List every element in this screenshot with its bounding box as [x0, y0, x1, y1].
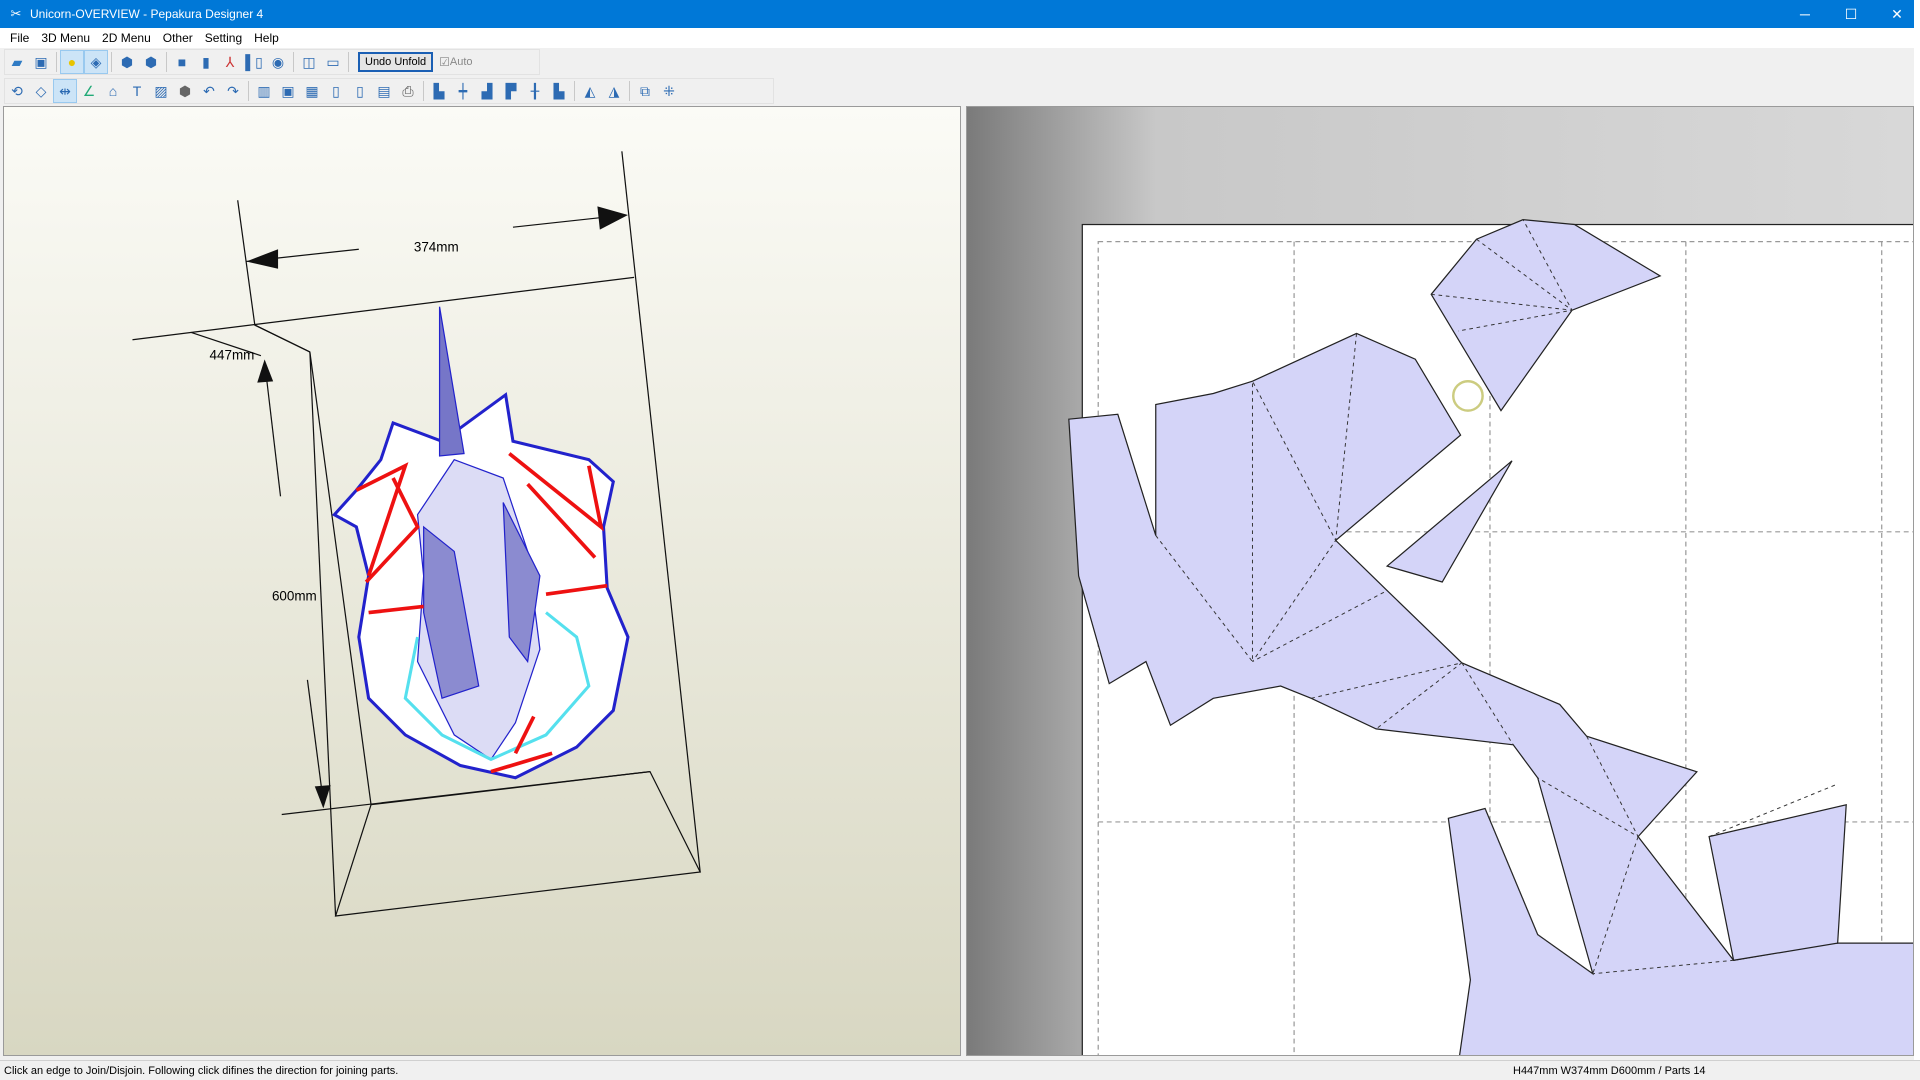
page-number-icon[interactable]: ▯: [324, 79, 348, 103]
select-face-icon[interactable]: ⬢: [139, 50, 163, 74]
rotate-icon[interactable]: ⟲: [5, 79, 29, 103]
print-icon[interactable]: ⎙: [396, 79, 420, 103]
join-edge-icon[interactable]: ⇹: [53, 79, 77, 103]
separator: [423, 81, 424, 101]
cylinder-icon[interactable]: ▮: [194, 50, 218, 74]
title-bar: ✂ Unicorn-OVERVIEW - Pepakura Designer 4…: [0, 0, 1920, 28]
axis-icon[interactable]: ⅄: [218, 50, 242, 74]
rotate-part-icon[interactable]: ◇: [29, 79, 53, 103]
menu-other[interactable]: Other: [157, 31, 199, 45]
open-icon[interactable]: ▰: [5, 50, 29, 74]
export-icon[interactable]: ▯: [348, 79, 372, 103]
lightbulb-icon[interactable]: ●: [60, 50, 84, 74]
unfold-icon[interactable]: ▥: [252, 79, 276, 103]
auto-checkbox[interactable]: ☑: [439, 55, 450, 69]
group-icon[interactable]: ⧉: [633, 79, 657, 103]
split-view-icon[interactable]: ◫: [297, 50, 321, 74]
clipboard-icon[interactable]: ▤: [372, 79, 396, 103]
menu-bar: File 3D Menu 2D Menu Other Setting Help: [0, 28, 1920, 48]
menu-2d[interactable]: 2D Menu: [96, 31, 157, 45]
save-icon[interactable]: ▣: [29, 50, 53, 74]
status-dimensions: H447mm W374mm D600mm / Parts 14: [1513, 1064, 1706, 1077]
align-top-icon[interactable]: ▛: [499, 79, 523, 103]
minimize-button[interactable]: ─: [1782, 0, 1828, 28]
fit-icon[interactable]: ▣: [276, 79, 300, 103]
redo-icon[interactable]: ↷: [221, 79, 245, 103]
align-center-icon[interactable]: ┿: [451, 79, 475, 103]
app-icon: ✂: [10, 6, 22, 21]
window-title: Unicorn-OVERVIEW - Pepakura Designer 4: [30, 7, 264, 21]
align-middle-icon[interactable]: ╂: [523, 79, 547, 103]
separator: [293, 52, 294, 72]
align-right-icon[interactable]: ▟: [475, 79, 499, 103]
box-icon[interactable]: ⬢: [173, 79, 197, 103]
flap-icon[interactable]: ⌂: [101, 79, 125, 103]
image-icon[interactable]: ▨: [149, 79, 173, 103]
3d-view[interactable]: 374mm 447mm 600mm: [3, 106, 961, 1056]
separator: [348, 52, 349, 72]
text-icon[interactable]: T: [125, 79, 149, 103]
align-left-icon[interactable]: ▙: [427, 79, 451, 103]
align-bottom-icon[interactable]: ▙: [547, 79, 571, 103]
edit-toolbar: ⟲ ◇ ⇹ ∠ ⌂ T ▨ ⬢ ↶ ↷ ▥ ▣ ▦ ▯ ▯ ▤ ⎙ ▙ ┿ ▟ …: [4, 78, 774, 104]
unicorn-model: [331, 306, 630, 780]
ungroup-icon[interactable]: ⁜: [657, 79, 681, 103]
mirror-icon[interactable]: ▌▯: [242, 50, 266, 74]
fold-line-icon[interactable]: ∠: [77, 79, 101, 103]
height-dimension-label: 447mm: [210, 347, 255, 362]
cube-icon[interactable]: ■: [170, 50, 194, 74]
depth-dimension-label: 600mm: [272, 588, 317, 603]
width-dimension-label: 374mm: [414, 240, 459, 255]
separator: [56, 52, 57, 72]
status-bar: Click an edge to Join/Disjoin. Following…: [0, 1060, 1920, 1080]
undo-icon[interactable]: ↶: [197, 79, 221, 103]
separator: [248, 81, 249, 101]
separator: [111, 52, 112, 72]
auto-label: Auto: [449, 56, 473, 68]
separator: [574, 81, 575, 101]
texture-icon[interactable]: ◈: [84, 50, 108, 74]
flip-v-icon[interactable]: ◮: [602, 79, 626, 103]
2d-pattern-canvas: [1068, 219, 1913, 1055]
select-part-icon[interactable]: ⬢: [115, 50, 139, 74]
main-toolbar: ▰ ▣ ● ◈ ⬢ ⬢ ■ ▮ ⅄ ▌▯ ◉ ◫ ▭ Undo Unfold ☑…: [4, 49, 540, 75]
window-edge: [1914, 0, 1920, 1062]
menu-help[interactable]: Help: [248, 31, 285, 45]
maximize-button[interactable]: ☐: [1828, 0, 1874, 28]
menu-3d[interactable]: 3D Menu: [35, 31, 96, 45]
menu-file[interactable]: File: [4, 31, 35, 45]
menu-setting[interactable]: Setting: [199, 31, 248, 45]
2d-pattern-view[interactable]: [966, 106, 1914, 1056]
view-icon[interactable]: ◉: [266, 50, 290, 74]
arrange-icon[interactable]: ▦: [300, 79, 324, 103]
flip-h-icon[interactable]: ◭: [578, 79, 602, 103]
separator: [166, 52, 167, 72]
3d-model-canvas: 374mm 447mm 600mm: [132, 151, 702, 917]
undo-unfold-button[interactable]: Undo Unfold: [358, 52, 434, 72]
single-view-icon[interactable]: ▭: [321, 50, 345, 74]
status-message: Click an edge to Join/Disjoin. Following…: [4, 1064, 399, 1077]
separator: [629, 81, 630, 101]
